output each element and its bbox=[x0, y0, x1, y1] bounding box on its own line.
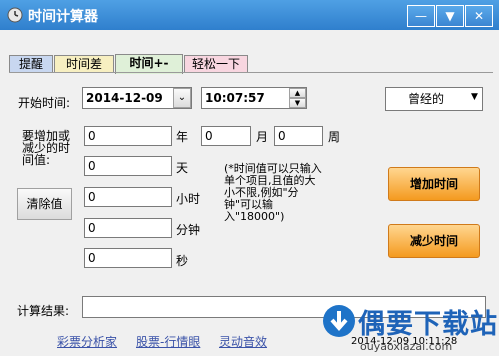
second-input[interactable]: 0 bbox=[84, 248, 172, 268]
year-label: 年 bbox=[176, 130, 189, 144]
link-lottery-analyst[interactable]: 彩票分析家 bbox=[57, 333, 117, 350]
time-down-arrow-icon[interactable]: ▼ bbox=[289, 98, 306, 108]
chevron-down-icon[interactable]: ⌄ bbox=[173, 88, 191, 108]
window-title: 时间计算器 bbox=[28, 9, 98, 25]
date-value: 2014-12-09 bbox=[86, 91, 163, 105]
collapse-button[interactable]: ▼ bbox=[436, 5, 464, 27]
mode-dropdown-icon[interactable]: ▼ bbox=[471, 92, 478, 102]
input-hint-note: (*时间值可以只输入单个项目,且值的大小不限,例如"分钟"可以输入"18000"… bbox=[224, 162, 322, 223]
year-input[interactable]: 0 bbox=[84, 126, 172, 146]
time-value: 10:07:57 bbox=[205, 91, 265, 105]
second-label: 秒 bbox=[176, 254, 189, 268]
title-bar: 时间计算器 — ▼ ✕ bbox=[0, 0, 499, 30]
result-label: 计算结果: bbox=[17, 304, 70, 318]
minute-label: 分钟 bbox=[176, 223, 201, 237]
app-window: 时间计算器 — ▼ ✕ 提醒 时间差 时间+- 轻松一下 开始时间: 2014-… bbox=[0, 0, 499, 356]
clock-icon bbox=[7, 7, 23, 23]
minimize-button[interactable]: — bbox=[407, 5, 435, 27]
day-input[interactable]: 0 bbox=[84, 156, 172, 176]
week-label: 周 bbox=[328, 130, 341, 144]
time-up-arrow-icon[interactable]: ▲ bbox=[289, 88, 306, 98]
mode-select[interactable]: 曾经的 bbox=[385, 87, 483, 111]
tab-time-diff[interactable]: 时间差 bbox=[54, 55, 114, 73]
subtract-time-button[interactable]: 减少时间 bbox=[388, 224, 480, 258]
tab-divider bbox=[9, 72, 493, 73]
close-button[interactable]: ✕ bbox=[465, 5, 493, 27]
minute-input[interactable]: 0 bbox=[84, 218, 172, 238]
month-label: 月 bbox=[256, 130, 269, 144]
clear-values-button[interactable]: 清除值 bbox=[17, 188, 72, 220]
watermark-logo: 偶要下载站 ouyaoxiazai.com bbox=[322, 300, 499, 356]
link-stock-quotes[interactable]: 股票-行情眼 bbox=[136, 333, 200, 350]
month-input[interactable]: 0 bbox=[201, 126, 251, 146]
day-label: 天 bbox=[176, 161, 189, 175]
watermark-text: 偶要下载站 bbox=[358, 309, 498, 340]
link-sound-effects[interactable]: 灵动音效 bbox=[219, 333, 267, 350]
hour-label: 小时 bbox=[176, 192, 201, 206]
adjust-prompt: 要增加或减少的时间值: bbox=[22, 129, 71, 167]
add-time-button[interactable]: 增加时间 bbox=[388, 167, 480, 201]
start-time-label: 开始时间: bbox=[18, 96, 71, 110]
week-input[interactable]: 0 bbox=[274, 126, 323, 146]
hour-input[interactable]: 0 bbox=[84, 187, 172, 207]
download-arrow-icon bbox=[323, 305, 355, 337]
tab-time-plus-minus[interactable]: 时间+- bbox=[115, 54, 183, 74]
tab-reminder[interactable]: 提醒 bbox=[9, 55, 53, 73]
watermark-domain: ouyaoxiazai.com bbox=[360, 340, 453, 353]
mode-value: 曾经的 bbox=[408, 92, 445, 106]
tab-relax[interactable]: 轻松一下 bbox=[184, 55, 248, 73]
